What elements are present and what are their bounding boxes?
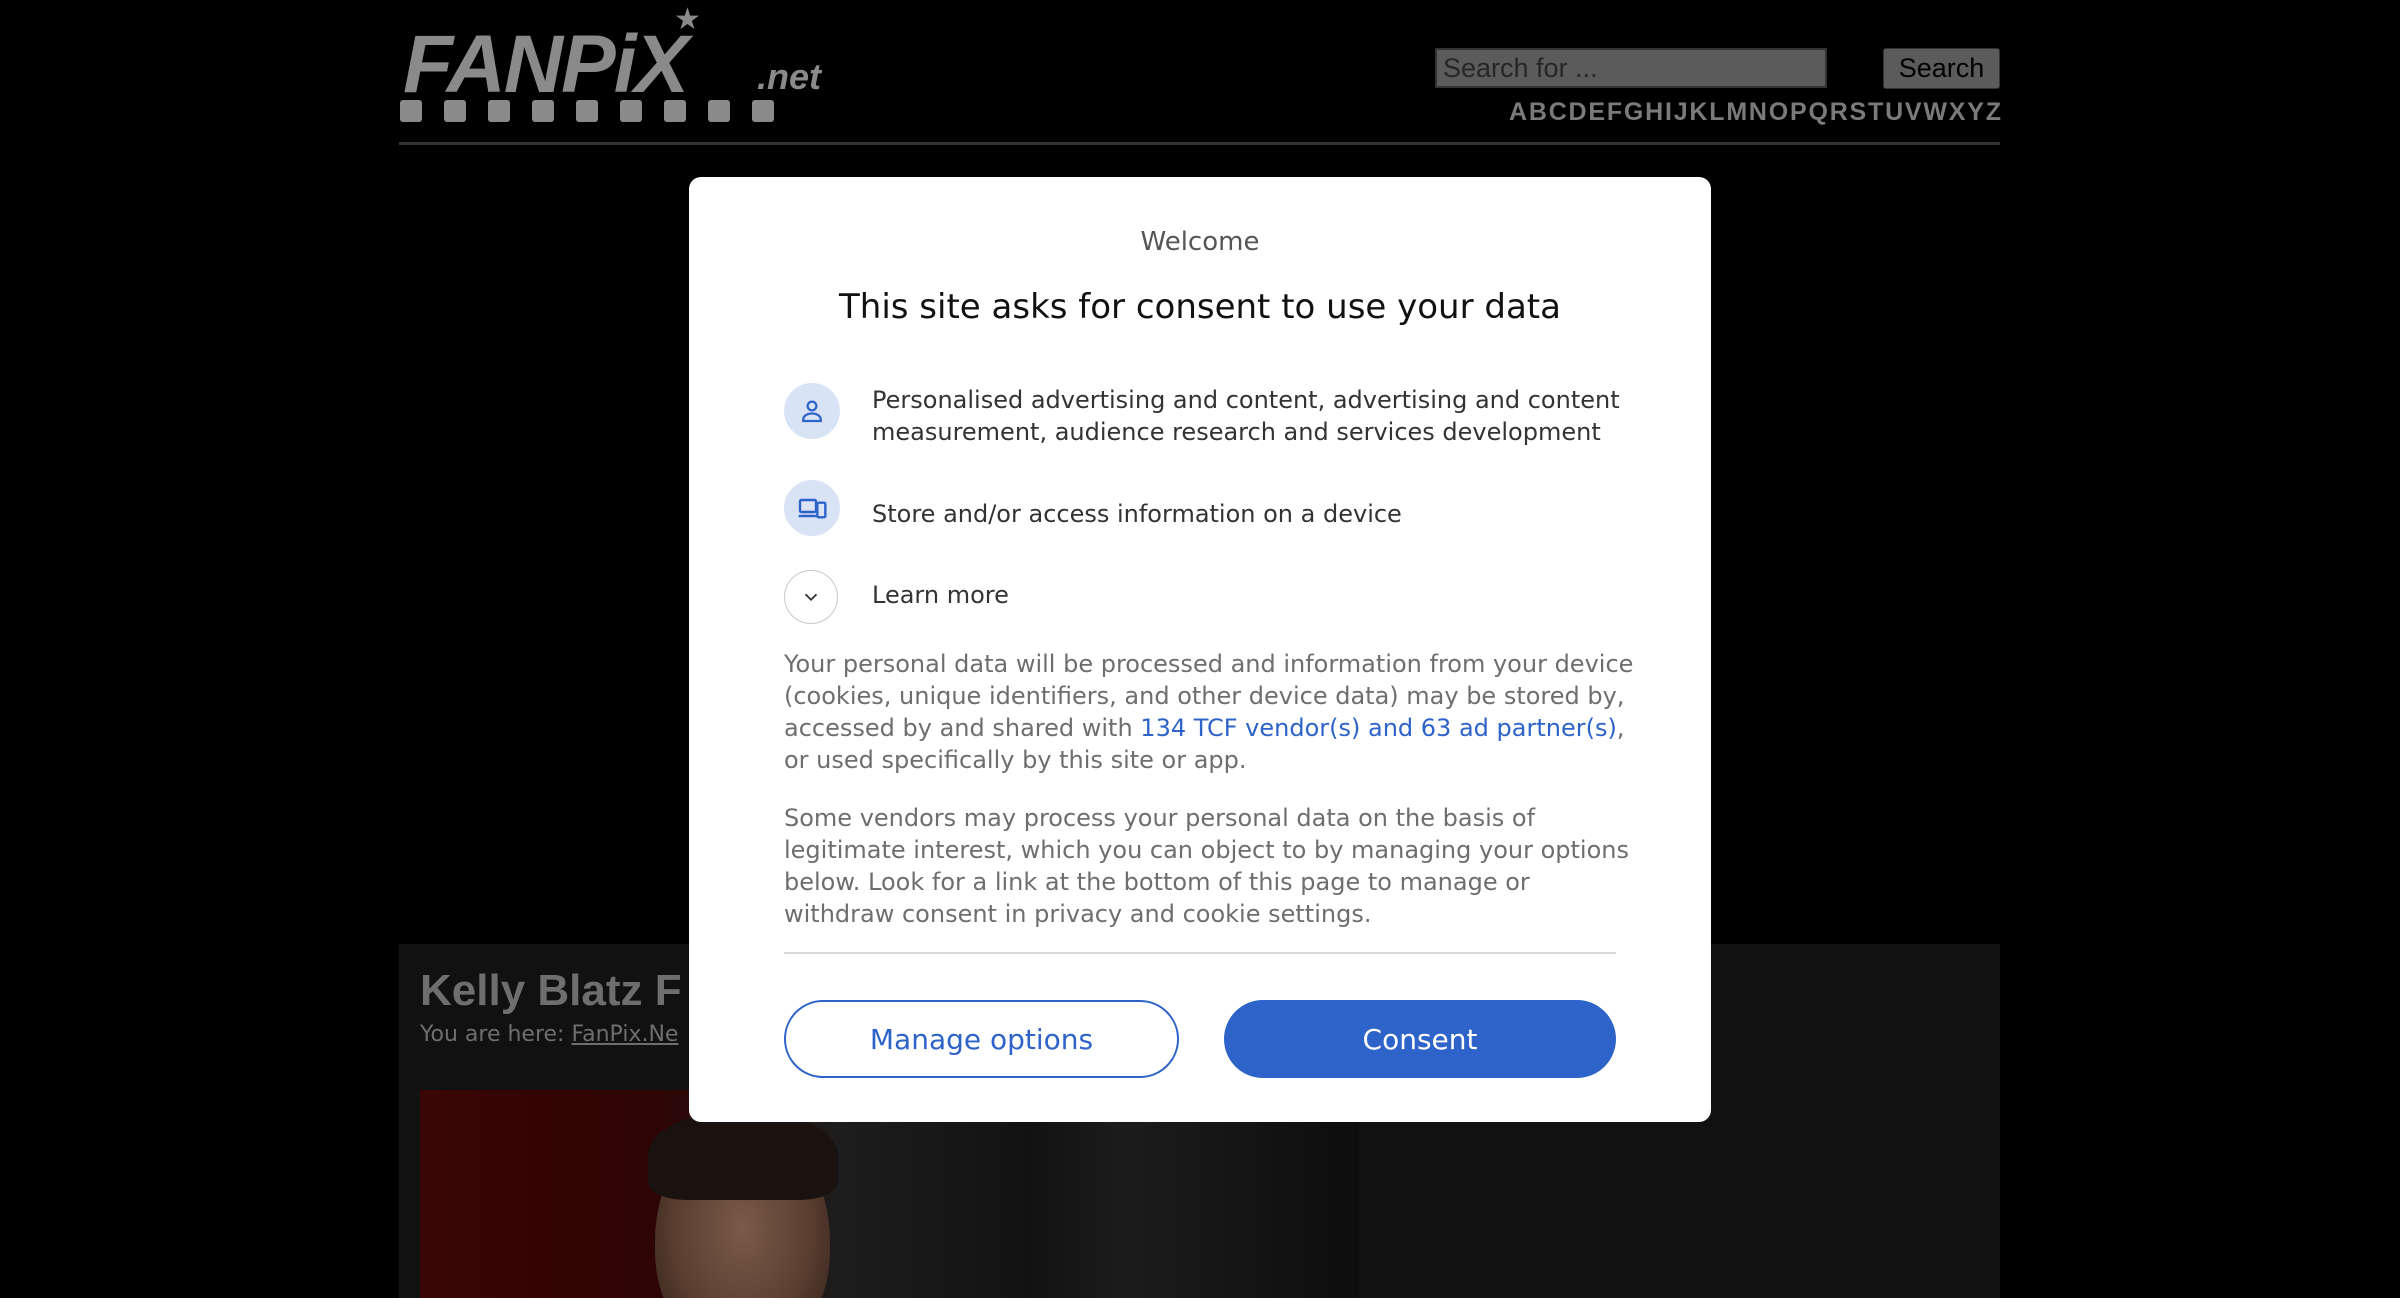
alphabet-link-b[interactable]: B [1529,98,1547,127]
alphabet-link-p[interactable]: P [1790,98,1807,127]
dialog-divider [784,952,1616,954]
alphabet-link-f[interactable]: F [1607,98,1622,127]
consent-button[interactable]: Consent [1224,1000,1616,1078]
alphabet-link-c[interactable]: C [1549,98,1567,127]
alphabet-link-j[interactable]: J [1674,98,1688,127]
page-title: Kelly Blatz F [420,966,682,1015]
alphabet-link-n[interactable]: N [1749,98,1767,127]
alphabet-link-v[interactable]: V [1905,98,1922,127]
logo-wordmark: FANPiX [403,19,689,110]
alphabet-link-h[interactable]: H [1645,98,1663,127]
chevron-down-icon[interactable] [784,570,838,624]
alphabet-link-g[interactable]: G [1624,98,1643,127]
alphabet-link-i[interactable]: I [1665,98,1672,127]
alphabet-link-x[interactable]: X [1949,98,1966,127]
alphabet-link-s[interactable]: S [1850,98,1867,127]
purpose-store-access: Store and/or access information on a dev… [872,500,1402,528]
data-processing-paragraph: Your personal data will be processed and… [784,648,1634,776]
site-header: ★ FANPiX .net Search ABCDEFGHIJKLMNOPQRS… [399,0,2001,145]
logo-tld: .net [757,56,822,97]
vendors-link[interactable]: 134 TCF vendor(s) and 63 ad partner(s) [1140,714,1617,742]
alphabet-link-u[interactable]: U [1885,98,1903,127]
alphabet-link-l[interactable]: L [1709,98,1724,127]
alphabet-link-r[interactable]: R [1830,98,1848,127]
person-icon [784,383,840,439]
devices-icon [784,480,840,536]
legitimate-interest-paragraph: Some vendors may process your personal d… [784,804,1629,928]
alphabet-link-y[interactable]: Y [1967,98,1984,127]
manage-options-button[interactable]: Manage options [784,1000,1179,1078]
alphabet-link-w[interactable]: W [1923,98,1947,127]
breadcrumb-prefix: You are here: [420,1022,565,1047]
breadcrumb-link-home[interactable]: FanPix.Ne [571,1022,678,1047]
breadcrumb: You are here: FanPix.Ne [420,1022,678,1047]
alphabet-link-e[interactable]: E [1588,98,1605,127]
purpose-personalised-ads: Personalised advertising and content, ad… [872,386,1620,446]
fanpix-logo[interactable]: ★ FANPiX .net [399,3,844,128]
learn-more-link[interactable]: Learn more [872,581,1009,609]
alphabet-nav: ABCDEFGHIJKLMNOPQRSTUVWXYZ [1509,98,2001,127]
alphabet-link-z[interactable]: Z [1986,98,2001,127]
film-strip-decoration [400,100,774,122]
consent-dialog: Welcome This site asks for consent to us… [689,177,1711,1122]
dialog-welcome: Welcome [1140,227,1260,257]
alphabet-link-t[interactable]: T [1868,98,1883,127]
search-button[interactable]: Search [1883,48,2000,89]
alphabet-link-o[interactable]: O [1769,98,1788,127]
alphabet-link-a[interactable]: A [1509,98,1527,127]
search-input[interactable] [1435,48,1827,88]
alphabet-link-q[interactable]: Q [1808,98,1827,127]
dialog-title: This site asks for consent to use your d… [839,287,1561,327]
alphabet-link-d[interactable]: D [1569,98,1587,127]
photo-hair [648,1110,838,1200]
alphabet-link-k[interactable]: K [1689,98,1707,127]
alphabet-link-m[interactable]: M [1726,98,1747,127]
